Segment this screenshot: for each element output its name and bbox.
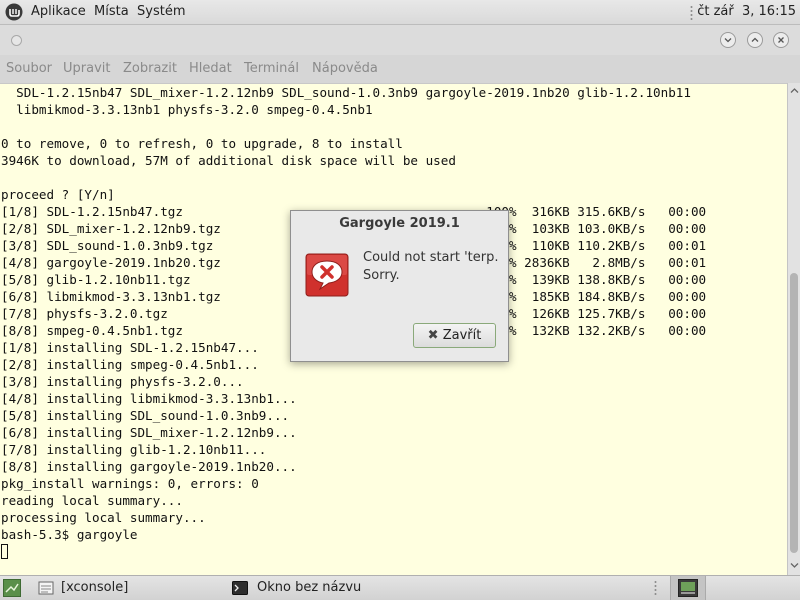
dialog-message-line: Sorry. [363,268,400,283]
terminal-cursor [1,544,8,559]
scroll-down-icon[interactable] [790,562,799,569]
taskbar-item-xconsole[interactable]: [xconsole] [38,576,223,600]
close-dialog-button[interactable]: ✖ Zavřít [413,323,496,348]
terminal-icon [232,581,248,595]
menu-applications[interactable]: Aplikace [31,4,86,19]
dialog-message: Could not start 'terp. Sorry. [363,249,503,285]
workspace-icon [678,579,698,597]
mint-logo-icon[interactable] [5,3,23,21]
window-titlebar[interactable] [0,25,800,55]
terminal-line: libmikmod-3.3.13nb1 physfs-3.2.0 smpeg-0… [1,102,373,117]
close-icon [778,37,784,43]
terminal-line: proceed ? [Y/n] [1,187,115,202]
terminal-line: [4/8] installing libmikmod-3.3.13nb1... [1,391,297,406]
chevron-down-icon [724,38,732,43]
terminal-line: [2/8] installing smpeg-0.4.5nb1... [1,357,259,372]
menu-places[interactable]: Místa [94,4,129,19]
scroll-up-icon[interactable] [790,87,799,94]
window-icon [38,581,54,595]
terminal-line: processing local summary... [1,510,206,525]
scrollbar-thumb[interactable] [790,273,798,553]
taskbar-item-label: Okno bez názvu [257,580,362,595]
top-panel: Aplikace Místa Systém čt zář 3, 16:15 [0,0,800,25]
bottom-panel: [xconsole] Okno bez názvu [0,575,800,600]
terminal-line: reading local summary... [1,493,183,508]
clock[interactable]: čt zář 3, 16:15 [697,4,796,19]
minimize-button[interactable] [720,32,736,48]
menu-help[interactable]: Nápověda [312,61,378,76]
close-button-label: Zavřít [442,328,482,343]
terminal-line: pkg_install warnings: 0, errors: 0 [1,476,259,491]
close-window-button[interactable] [773,32,789,48]
workspace-switcher[interactable] [670,576,706,600]
panel-separator-icon [654,581,657,595]
terminal-line: 0 to remove, 0 to refresh, 0 to upgrade,… [1,136,403,151]
taskbar-item-label: [xconsole] [61,580,129,595]
terminal-line: bash-5.3$ gargoyle [1,527,138,542]
error-dialog[interactable]: Gargoyle 2019.1 Could not start 'terp. S… [290,210,509,362]
terminal-line: [5/8] installing SDL_sound-1.0.3nb9... [1,408,290,423]
panel-separator-icon [690,6,693,20]
window-menu-icon[interactable] [11,35,22,46]
terminal-scrollbar[interactable] [787,83,800,575]
menu-search[interactable]: Hledat [189,61,232,76]
terminal-line: SDL-1.2.15nb47 SDL_mixer-1.2.12nb9 SDL_s… [1,85,691,100]
menu-terminal[interactable]: Terminál [244,61,299,76]
close-x-icon: ✖ [427,328,439,343]
maximize-button[interactable] [747,32,763,48]
menu-file[interactable]: Soubor [6,61,52,76]
dialog-message-line: Could not start 'terp. [363,250,499,265]
terminal-line: [1/8] installing SDL-1.2.15nb47... [1,340,259,355]
show-desktop-icon[interactable] [3,579,21,597]
terminal-line: 3946K to download, 57M of additional dis… [1,153,456,168]
menu-edit[interactable]: Upravit [63,61,110,76]
terminal-line: [3/8] installing physfs-3.2.0... [1,374,244,389]
dialog-title: Gargoyle 2019.1 [339,216,460,231]
taskbar-item-terminal[interactable]: Okno bez názvu [232,576,432,600]
menu-system[interactable]: Systém [137,4,185,19]
terminal-menubar: Soubor Upravit Zobrazit Hledat Terminál … [0,55,800,83]
chevron-up-icon [751,37,759,42]
terminal-line: [7/8] installing glib-1.2.10nb11... [1,442,267,457]
terminal-line: [8/8] installing gargoyle-2019.1nb20... [1,459,297,474]
menu-view[interactable]: Zobrazit [123,61,177,76]
error-icon [305,253,349,297]
terminal-line: [6/8] installing SDL_mixer-1.2.12nb9... [1,425,297,440]
